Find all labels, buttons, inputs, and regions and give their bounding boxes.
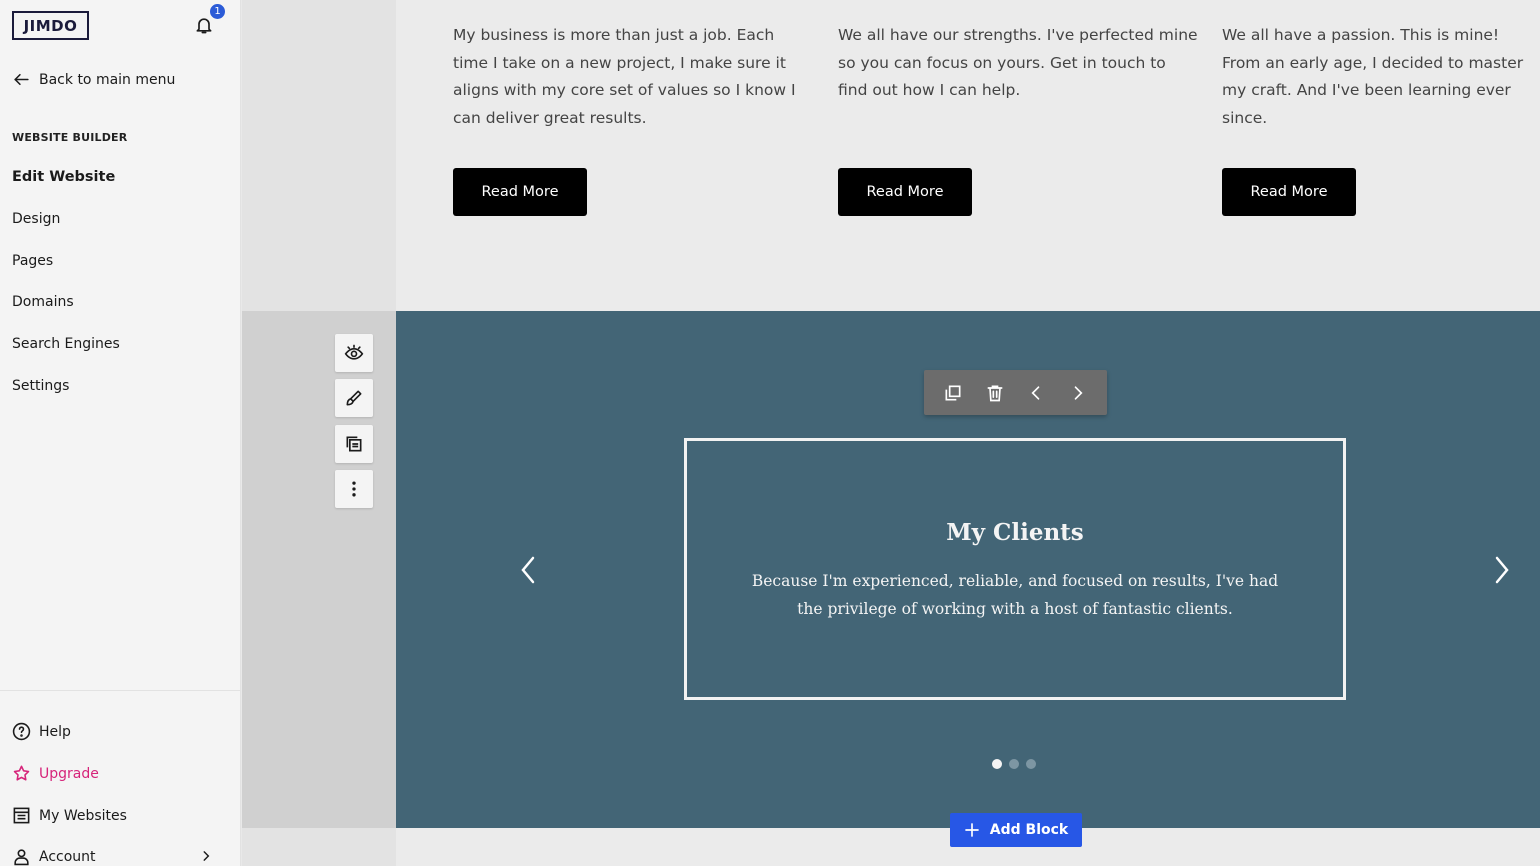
read-more-button-1[interactable]: Read More [453,168,587,216]
jimdo-logo[interactable]: JIMDO [12,11,89,40]
slider-dot-1[interactable] [992,759,1002,769]
slider-next-arrow[interactable] [1491,554,1513,586]
sidebar-divider [0,690,241,691]
plus-icon [964,823,979,837]
nav-pages[interactable]: Pages [12,253,53,269]
section-label: WEBSITE BUILDER [12,131,128,144]
chevron-right-icon[interactable] [199,849,213,863]
nav-design[interactable]: Design [12,211,60,227]
nav-domains[interactable]: Domains [12,294,74,310]
back-label: Back to main menu [39,71,176,88]
chevron-left-icon [1031,385,1040,400]
add-block-button[interactable]: Add Block [950,813,1082,847]
slider-pagination [992,759,1036,769]
my-websites-link[interactable]: My Websites [12,806,127,825]
question-circle-icon [12,722,31,741]
nav-search-engines[interactable]: Search Engines [12,336,120,352]
star-icon [13,765,30,781]
eye-icon [344,344,364,360]
read-more-button-3[interactable]: Read More [1222,168,1356,216]
copy-icon [346,436,362,452]
user-icon [14,849,29,866]
slide-content-box[interactable]: My Clients Because I'm experienced, reli… [684,438,1346,700]
design-tool-button[interactable] [335,379,373,417]
slide-toolbar [924,370,1107,415]
editor-gutter [242,828,396,866]
help-label: Help [39,723,71,740]
list-icon [13,807,30,824]
chevron-right-icon [1074,385,1083,400]
arrow-left-icon [14,73,29,86]
trash-icon [987,385,1003,401]
copy-tool-button[interactable] [335,425,373,463]
paint-brush-icon [346,390,362,406]
more-vertical-icon [352,481,356,497]
nav-settings[interactable]: Settings [12,378,69,394]
read-more-button-2[interactable]: Read More [838,168,972,216]
column-2-text[interactable]: We all have our strengths. I've perfecte… [838,22,1198,105]
delete-slide-button[interactable] [984,382,1006,404]
slider-dot-3[interactable] [1026,759,1036,769]
slide-title[interactable]: My Clients [687,519,1343,546]
duplicate-slide-button[interactable] [942,382,964,404]
slider-dot-2[interactable] [1009,759,1019,769]
account-label: Account [39,848,96,865]
slider-prev-arrow[interactable] [517,554,539,586]
back-to-main-menu-link[interactable]: Back to main menu [12,70,175,89]
sidebar: JIMDO 1 Back to main menu WEBSITE BUILDE… [0,0,241,866]
column-3-text[interactable]: We all have a passion. This is mine! Fro… [1222,22,1540,132]
upgrade-label: Upgrade [39,765,99,782]
preview-tool-button[interactable] [335,334,373,372]
slide-text[interactable]: Because I'm experienced, reliable, and f… [747,568,1283,623]
help-link[interactable]: Help [12,722,71,741]
my-websites-label: My Websites [39,807,127,824]
duplicate-icon [945,385,961,400]
next-slide-button[interactable] [1067,382,1089,404]
previous-slide-button[interactable] [1025,382,1047,404]
nav-edit-website[interactable]: Edit Website [12,169,115,185]
more-options-button[interactable] [335,470,373,508]
add-block-label: Add Block [989,822,1069,838]
notification-badge: 1 [208,2,227,21]
upgrade-link[interactable]: Upgrade [12,764,99,783]
editor-gutter [242,0,396,311]
account-link[interactable]: Account [12,847,96,866]
column-1-text[interactable]: My business is more than just a job. Eac… [453,22,813,132]
